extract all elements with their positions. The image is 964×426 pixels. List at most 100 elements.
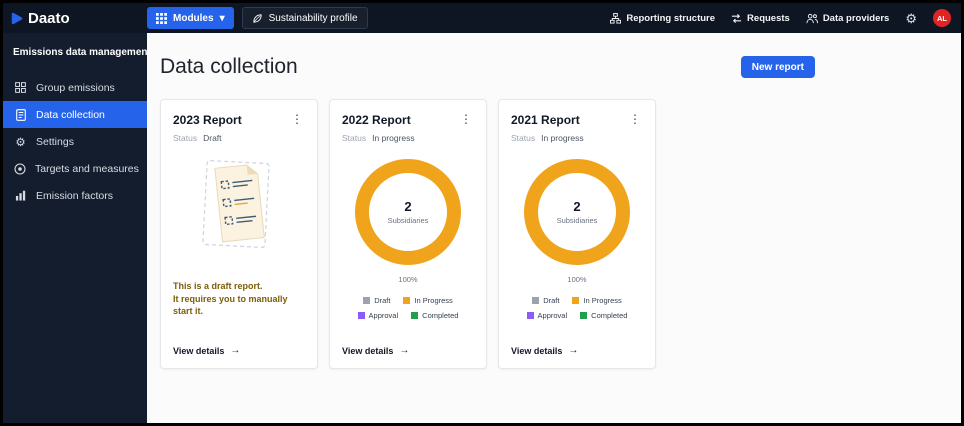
legend-row: Approval Completed — [342, 311, 474, 320]
modules-button[interactable]: Modules ▾ — [147, 7, 234, 29]
gear-icon[interactable]: ⚙ — [905, 12, 917, 25]
logo-icon — [11, 12, 23, 24]
chevron-down-icon: ▾ — [219, 12, 225, 24]
reporting-structure-label: Reporting structure — [626, 12, 716, 24]
arrow-right-icon: → — [399, 345, 410, 356]
arrow-right-icon: → — [568, 345, 579, 356]
sidebar-nav: Group emissions Data collection ⚙ Settin… — [3, 74, 147, 209]
report-cards: 2023 Report ⋮ Status Draft This is a dra… — [160, 99, 815, 369]
view-details-link[interactable]: View details → — [173, 345, 305, 356]
topbar-right: Reporting structure Requests Data provid… — [610, 9, 951, 27]
card-header: 2021 Report ⋮ — [511, 113, 643, 127]
donut-count: 2 — [573, 199, 581, 214]
modules-label: Modules — [173, 12, 214, 24]
sidebar-item-label: Settings — [36, 135, 74, 148]
sidebar-item-label: Data collection — [36, 108, 105, 121]
gear-icon: ⚙ — [15, 136, 26, 149]
sustainability-profile-button[interactable]: Sustainability profile — [241, 7, 368, 29]
draft-message-line2: It requires you to manually start it. — [173, 293, 288, 317]
sitemap-icon — [610, 12, 622, 24]
view-details-label: View details — [173, 345, 225, 356]
sidebar-item-data-collection[interactable]: Data collection — [3, 101, 147, 128]
arrow-right-icon: → — [230, 345, 241, 356]
status-label: Status — [511, 133, 536, 143]
legend-swatch — [532, 297, 540, 304]
app-body: Emissions data management Group emission… — [3, 33, 961, 423]
main-content: Data collection New report 2023 Report ⋮… — [147, 33, 961, 423]
kebab-menu-icon[interactable]: ⋮ — [458, 113, 474, 125]
view-details-label: View details — [342, 345, 394, 356]
target-icon — [14, 162, 26, 175]
logo-text: Daato — [28, 9, 70, 27]
sidebar-item-label: Group emissions — [36, 81, 115, 94]
legend-row: Draft In Progress — [511, 296, 643, 305]
card-title: 2023 Report — [173, 113, 242, 127]
sidebar-item-emission-factors[interactable]: Emission factors — [3, 182, 147, 209]
sidebar-item-targets-and-measures[interactable]: Targets and measures — [3, 155, 147, 182]
swap-arrows-icon — [731, 13, 742, 23]
legend-label: Approval — [537, 311, 568, 320]
sustainability-profile-label: Sustainability profile — [268, 12, 358, 24]
legend-swatch — [403, 297, 411, 304]
draft-report-illustration — [189, 151, 289, 268]
legend-label: Completed — [591, 311, 628, 320]
legend-label: In Progress — [414, 296, 453, 305]
reporting-structure-button[interactable]: Reporting structure — [610, 12, 716, 24]
status-value: In progress — [541, 133, 584, 143]
requests-label: Requests — [747, 12, 790, 24]
kebab-menu-icon[interactable]: ⋮ — [289, 113, 305, 125]
card-header: 2022 Report ⋮ — [342, 113, 474, 127]
view-details-link[interactable]: View details → — [342, 345, 474, 356]
status-row: Status In progress — [342, 133, 474, 143]
card-title: 2021 Report — [511, 113, 580, 127]
legend-item-draft: Draft — [363, 296, 390, 305]
sidebar-item-label: Emission factors — [36, 189, 114, 202]
data-providers-button[interactable]: Data providers — [806, 13, 889, 24]
legend-label: Approval — [368, 311, 399, 320]
grid-icon — [14, 82, 27, 93]
card-title: 2022 Report — [342, 113, 411, 127]
avatar[interactable]: AL — [933, 9, 951, 27]
legend-item-in-progress: In Progress — [403, 296, 453, 305]
status-value: In progress — [372, 133, 415, 143]
legend: Draft In Progress Approval Completed — [342, 296, 474, 320]
donut-label: Subsidiaries — [387, 216, 429, 225]
bar-chart-icon — [14, 190, 27, 201]
kebab-menu-icon[interactable]: ⋮ — [627, 113, 643, 125]
donut-label: Subsidiaries — [556, 216, 598, 225]
sidebar-item-settings[interactable]: ⚙ Settings — [3, 128, 147, 155]
view-details-link[interactable]: View details → — [511, 345, 643, 356]
legend-row: Approval Completed — [511, 311, 643, 320]
report-card-2022: 2022 Report ⋮ Status In progress 2 Subsi… — [329, 99, 487, 369]
sidebar: Emissions data management Group emission… — [3, 33, 151, 423]
legend-item-completed: Completed — [580, 311, 627, 320]
legend-item-approval: Approval — [357, 311, 399, 320]
app-window: Daato Modules ▾ Sustainability profile R… — [0, 0, 964, 426]
new-report-button[interactable]: New report — [740, 56, 815, 78]
subsidiaries-donut-chart: 2 Subsidiaries — [355, 159, 461, 265]
draft-message: This is a draft report. It requires you … — [173, 280, 305, 318]
status-label: Status — [173, 133, 198, 143]
legend-swatch — [580, 312, 588, 319]
grid-icon — [156, 12, 167, 24]
app-logo[interactable]: Daato — [11, 10, 147, 27]
sidebar-item-label: Targets and measures — [35, 162, 139, 175]
card-header: 2023 Report ⋮ — [173, 113, 305, 127]
legend-label: In Progress — [583, 296, 622, 305]
main-header: Data collection New report — [160, 55, 815, 79]
legend-swatch — [357, 312, 365, 319]
draft-message-line1: This is a draft report. — [173, 281, 263, 291]
legend-label: Completed — [422, 311, 459, 320]
requests-button[interactable]: Requests — [731, 13, 790, 24]
topbar: Daato Modules ▾ Sustainability profile R… — [3, 3, 961, 33]
legend-item-in-progress: In Progress — [572, 296, 622, 305]
page-title: Data collection — [160, 55, 298, 78]
donut-count: 2 — [404, 199, 412, 214]
legend-swatch — [572, 297, 580, 304]
sidebar-item-group-emissions[interactable]: Group emissions — [3, 74, 147, 101]
legend-swatch — [363, 297, 371, 304]
status-value: Draft — [203, 133, 222, 143]
status-row: Status In progress — [511, 133, 643, 143]
clipboard-icon — [14, 108, 27, 121]
legend-item-approval: Approval — [526, 311, 568, 320]
